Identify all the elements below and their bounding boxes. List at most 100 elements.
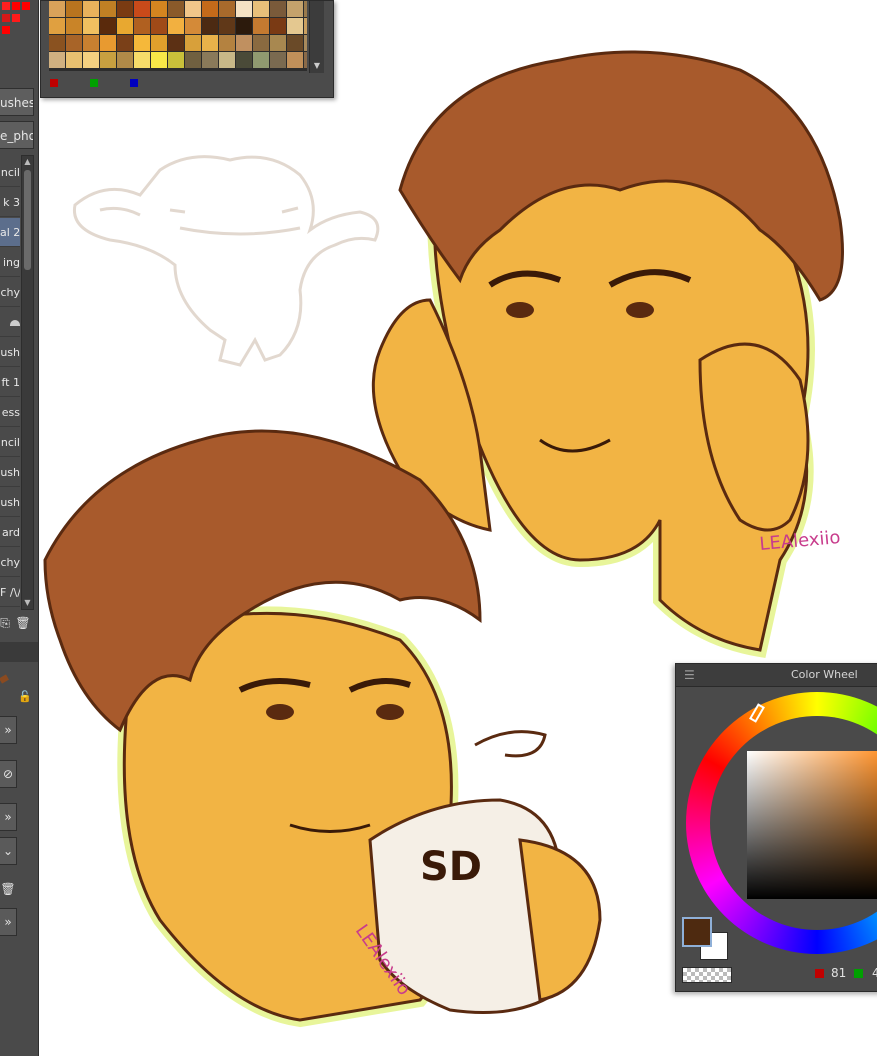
palette-swatch[interactable] <box>117 52 133 68</box>
palette-swatch[interactable] <box>134 18 150 34</box>
palette-swatch[interactable] <box>253 18 269 34</box>
brush-item[interactable]: k 3 <box>0 188 20 217</box>
palette-swatch[interactable] <box>168 52 184 68</box>
mini-swatch[interactable] <box>2 2 10 10</box>
chevron-down-icon[interactable]: ⌄ <box>0 837 17 865</box>
palette-swatch[interactable] <box>202 52 218 68</box>
mini-swatch[interactable] <box>2 26 10 34</box>
palette-swatch[interactable] <box>66 35 82 51</box>
palette-swatch[interactable] <box>202 18 218 34</box>
brush-item-selected[interactable]: al 2 <box>0 218 20 247</box>
palette-scrollbar[interactable]: ▼ <box>309 1 324 73</box>
palette-swatch[interactable] <box>151 1 167 17</box>
palette-swatch[interactable] <box>287 35 303 51</box>
scroll-thumb[interactable] <box>24 170 31 270</box>
palette-swatch[interactable] <box>304 18 307 34</box>
palette-swatch[interactable] <box>83 52 99 68</box>
palette-swatch[interactable] <box>117 35 133 51</box>
palette-swatch[interactable] <box>304 35 307 51</box>
palette-swatch[interactable] <box>287 1 303 17</box>
expand-icon[interactable]: » <box>0 803 17 831</box>
expand-icon[interactable]: » <box>0 908 17 936</box>
saturation-value-square[interactable] <box>747 751 877 899</box>
palette-swatch[interactable] <box>236 18 252 34</box>
brush-item[interactable]: chy <box>0 548 20 577</box>
palette-swatch[interactable] <box>202 1 218 17</box>
palette-swatch[interactable] <box>49 18 65 34</box>
palette-swatch[interactable] <box>134 52 150 68</box>
palette-swatch[interactable] <box>117 1 133 17</box>
scroll-down-icon[interactable]: ▼ <box>310 60 324 72</box>
palette-swatch[interactable] <box>83 35 99 51</box>
palette-swatch[interactable] <box>66 18 82 34</box>
brush-list-scrollbar[interactable]: ▲ ▼ <box>21 155 34 610</box>
tab-brush-set[interactable]: e_pho <box>0 121 34 149</box>
palette-swatch[interactable] <box>66 1 82 17</box>
palette-swatch[interactable] <box>270 18 286 34</box>
palette-swatch[interactable] <box>49 35 65 51</box>
brush-item[interactable]: ncil <box>0 428 20 457</box>
palette-swatch[interactable] <box>117 18 133 34</box>
palette-swatch[interactable] <box>100 35 116 51</box>
palette-swatch[interactable] <box>151 35 167 51</box>
palette-swatch[interactable] <box>168 1 184 17</box>
palette-swatch[interactable] <box>83 1 99 17</box>
palette-swatch[interactable] <box>219 52 235 68</box>
palette-swatch[interactable] <box>304 52 307 68</box>
brush-item[interactable]: chy <box>0 278 20 307</box>
palette-swatch[interactable] <box>236 35 252 51</box>
mini-swatch[interactable] <box>12 14 20 22</box>
brush-item[interactable]: F /\/ <box>0 578 20 607</box>
palette-swatch[interactable] <box>270 35 286 51</box>
palette-swatch[interactable] <box>219 1 235 17</box>
foreground-color-swatch[interactable] <box>682 917 712 947</box>
palette-swatch[interactable] <box>185 35 201 51</box>
brush-item[interactable]: ush <box>0 338 20 367</box>
palette-swatch[interactable] <box>270 52 286 68</box>
brush-item[interactable]: ess <box>0 398 20 427</box>
color-wheel-titlebar[interactable]: ☰ Color Wheel <box>676 664 877 687</box>
palette-swatch[interactable] <box>100 1 116 17</box>
palette-swatch[interactable] <box>185 52 201 68</box>
palette-swatch[interactable] <box>287 18 303 34</box>
palette-swatch[interactable] <box>236 52 252 68</box>
tab-brushes[interactable]: ushes <box>0 88 34 116</box>
palette-swatch[interactable] <box>185 18 201 34</box>
transparent-color-swatch[interactable] <box>682 967 732 983</box>
brush-item[interactable]: ard <box>0 518 20 547</box>
mini-swatch[interactable] <box>2 14 10 22</box>
lock-icon[interactable]: 🔓 <box>18 690 32 703</box>
palette-swatch[interactable] <box>168 35 184 51</box>
palette-swatch[interactable] <box>253 35 269 51</box>
palette-swatch[interactable] <box>134 1 150 17</box>
palette-swatch[interactable] <box>168 18 184 34</box>
palette-swatch[interactable] <box>100 52 116 68</box>
brush-item[interactable]: ft 1 <box>0 368 20 397</box>
expand-icon[interactable]: » <box>0 716 17 744</box>
palette-swatch[interactable] <box>151 18 167 34</box>
palette-swatch[interactable] <box>134 35 150 51</box>
palette-swatch[interactable] <box>304 1 307 17</box>
palette-swatch[interactable] <box>219 35 235 51</box>
brush-tool-icon[interactable] <box>0 674 9 684</box>
palette-swatch[interactable] <box>287 52 303 68</box>
trash-icon[interactable]: 🗑 <box>0 876 16 902</box>
new-brush-icon[interactable]: ⎘ <box>0 610 10 636</box>
scroll-up-icon[interactable]: ▲ <box>22 156 33 168</box>
scroll-down-icon[interactable]: ▼ <box>22 597 33 609</box>
palette-swatch[interactable] <box>253 52 269 68</box>
palette-swatch[interactable] <box>202 35 218 51</box>
trash-icon[interactable]: 🗑 <box>14 610 32 636</box>
palette-swatch[interactable] <box>270 1 286 17</box>
palette-swatch[interactable] <box>185 1 201 17</box>
menu-icon[interactable]: ☰ <box>684 664 695 686</box>
palette-swatch[interactable] <box>151 52 167 68</box>
palette-swatch[interactable] <box>253 1 269 17</box>
ban-icon[interactable]: ⊘ <box>0 760 17 788</box>
palette-swatch[interactable] <box>236 1 252 17</box>
palette-swatch[interactable] <box>66 52 82 68</box>
palette-swatch[interactable] <box>83 18 99 34</box>
palette-swatch[interactable] <box>49 52 65 68</box>
brush-item[interactable] <box>0 308 20 337</box>
palette-swatch[interactable] <box>49 1 65 17</box>
